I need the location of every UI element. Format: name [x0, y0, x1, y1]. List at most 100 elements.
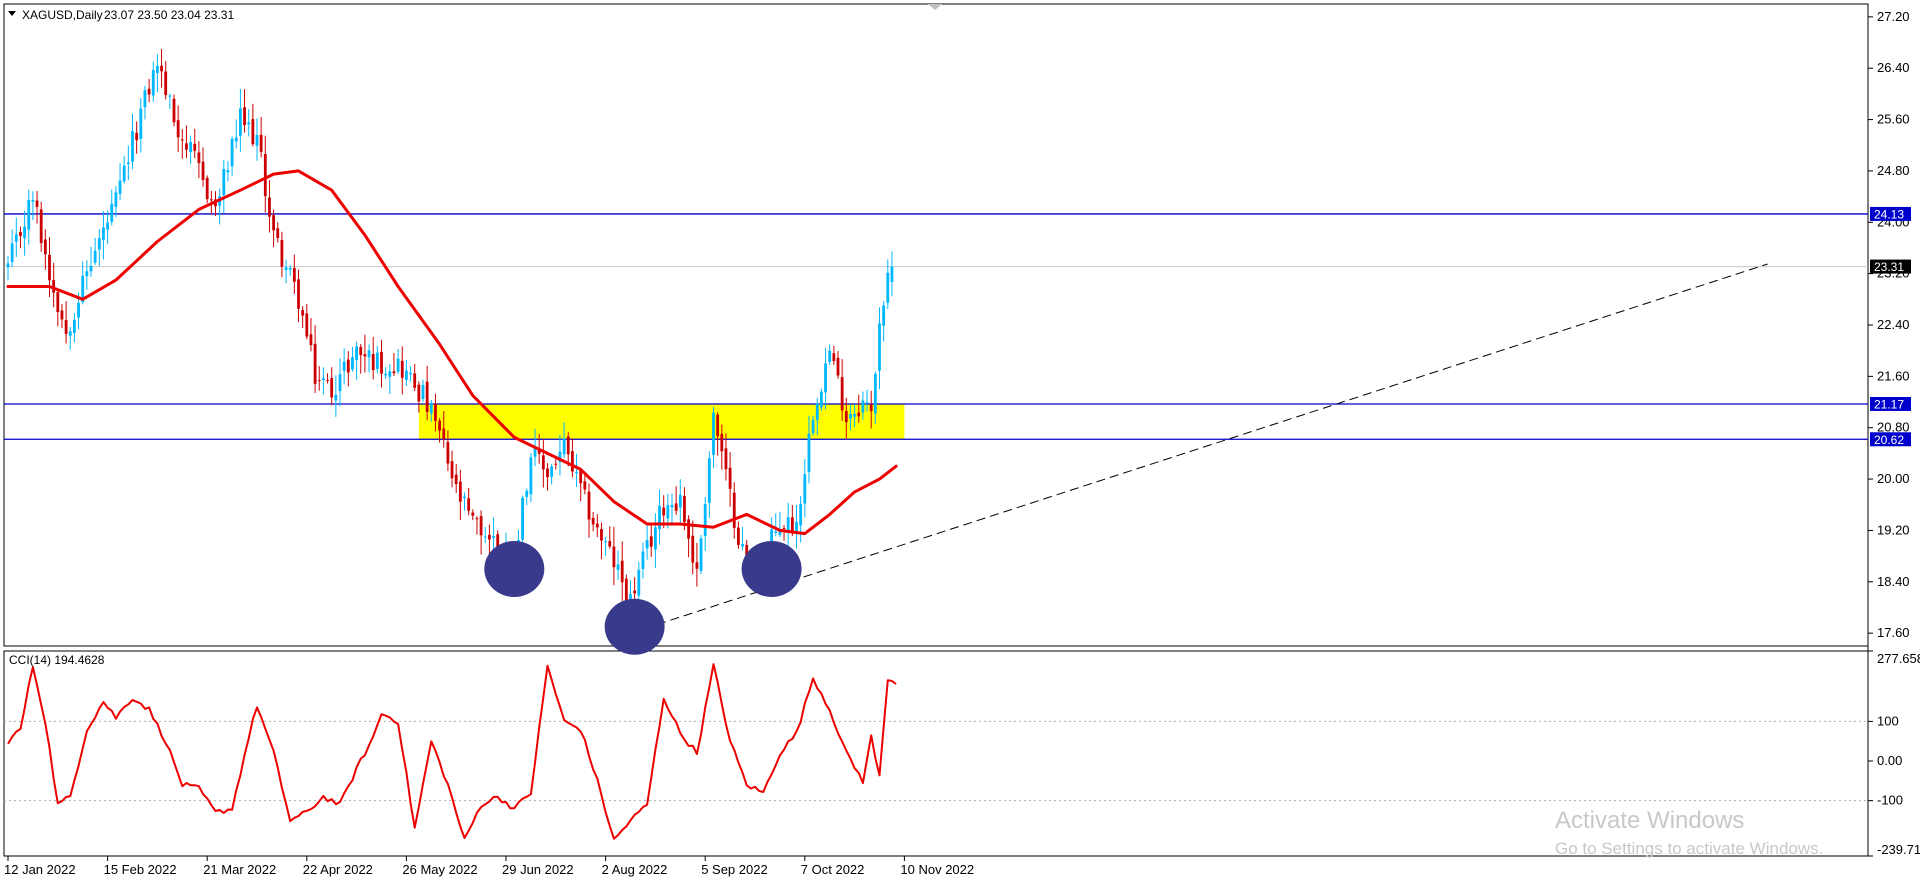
candle-body — [263, 154, 267, 197]
candle — [68, 326, 72, 350]
candle-body — [239, 108, 242, 136]
candle-body — [828, 350, 832, 362]
candle-body — [483, 536, 487, 538]
candle — [782, 525, 786, 541]
candle-body — [475, 518, 479, 520]
candle — [363, 334, 367, 373]
candle-body — [720, 433, 724, 452]
candle-body — [658, 505, 661, 530]
candle-body — [346, 359, 350, 373]
candle-body — [488, 534, 491, 540]
candle — [450, 450, 454, 488]
candle-body — [840, 377, 844, 411]
level-price-tag-label: 24.13 — [1874, 207, 1904, 221]
candle-body — [587, 491, 591, 520]
candle-body — [803, 474, 807, 504]
candle — [380, 339, 383, 388]
candle — [546, 463, 549, 491]
candle — [595, 514, 599, 538]
candle-body — [683, 496, 686, 522]
candle — [612, 526, 616, 586]
candle-body — [641, 551, 645, 569]
candle — [135, 121, 139, 154]
candle — [355, 341, 358, 380]
candle-body — [649, 536, 653, 547]
candle — [39, 201, 43, 252]
candle-body — [226, 170, 230, 173]
candle-body — [139, 108, 143, 139]
candle — [276, 222, 280, 243]
time-tick-label: 2 Aug 2022 — [602, 862, 668, 877]
cci-tick-label: -239.714 — [1877, 842, 1920, 857]
candle-body — [351, 357, 354, 370]
candle — [670, 493, 674, 526]
candle — [19, 226, 22, 249]
candle — [392, 353, 396, 377]
candle-body — [156, 65, 159, 74]
candle-body — [118, 180, 122, 194]
candle — [674, 486, 678, 515]
candle-body — [832, 353, 836, 361]
candle-body — [313, 343, 317, 384]
candle — [85, 260, 89, 291]
candle — [31, 191, 35, 221]
candle-body — [367, 350, 371, 358]
candle-body — [27, 199, 31, 230]
candle-body — [861, 400, 865, 413]
candle-body — [417, 384, 421, 402]
candle-body — [670, 504, 674, 508]
candle — [828, 344, 832, 366]
cci-label: CCI(14) 194.4628 — [9, 653, 105, 667]
candle-body — [774, 531, 778, 534]
candle-body — [180, 139, 184, 141]
candle — [330, 367, 334, 406]
candle-body — [10, 243, 14, 263]
candle — [97, 229, 101, 266]
candle-body — [786, 517, 790, 531]
candle — [778, 511, 782, 538]
candle-body — [222, 168, 226, 196]
candle — [64, 301, 68, 344]
candle-body — [878, 323, 881, 371]
candle-body — [600, 529, 603, 541]
candle — [102, 211, 105, 260]
candle-body — [413, 373, 417, 388]
candle — [359, 344, 363, 374]
candle-body — [23, 226, 26, 239]
candle — [795, 504, 798, 549]
candle-body — [39, 209, 43, 244]
candle — [239, 88, 242, 152]
dropdown-triangle-icon[interactable] — [8, 11, 16, 16]
candle — [654, 513, 657, 568]
candle — [14, 217, 18, 257]
candle-body — [707, 458, 711, 503]
candle — [251, 103, 255, 147]
candle-body — [454, 474, 458, 485]
candle-body — [741, 544, 744, 547]
candle-body — [815, 403, 819, 421]
candle-body — [637, 569, 641, 596]
candle — [608, 526, 612, 549]
candle-body — [471, 512, 475, 516]
price-tick-label: 26.40 — [1877, 60, 1910, 75]
candle — [334, 375, 338, 417]
ascending-trendline[interactable] — [630, 263, 1768, 634]
candle-body — [566, 436, 570, 455]
candle — [222, 159, 226, 214]
candle-body — [68, 331, 72, 336]
cci-tick-label: 100 — [1877, 713, 1899, 728]
candle-body — [176, 120, 180, 138]
candle-body — [284, 267, 288, 271]
candle — [616, 550, 620, 581]
candle-body — [247, 122, 251, 125]
candle-body — [43, 239, 47, 255]
candle — [620, 541, 624, 601]
candle-body — [857, 412, 861, 417]
candle — [89, 246, 93, 277]
time-tick-label: 15 Feb 2022 — [104, 862, 177, 877]
candle-body — [529, 457, 533, 495]
candle — [479, 510, 483, 555]
candle-body — [280, 239, 284, 267]
candle-body — [64, 320, 68, 334]
candle — [388, 364, 392, 394]
